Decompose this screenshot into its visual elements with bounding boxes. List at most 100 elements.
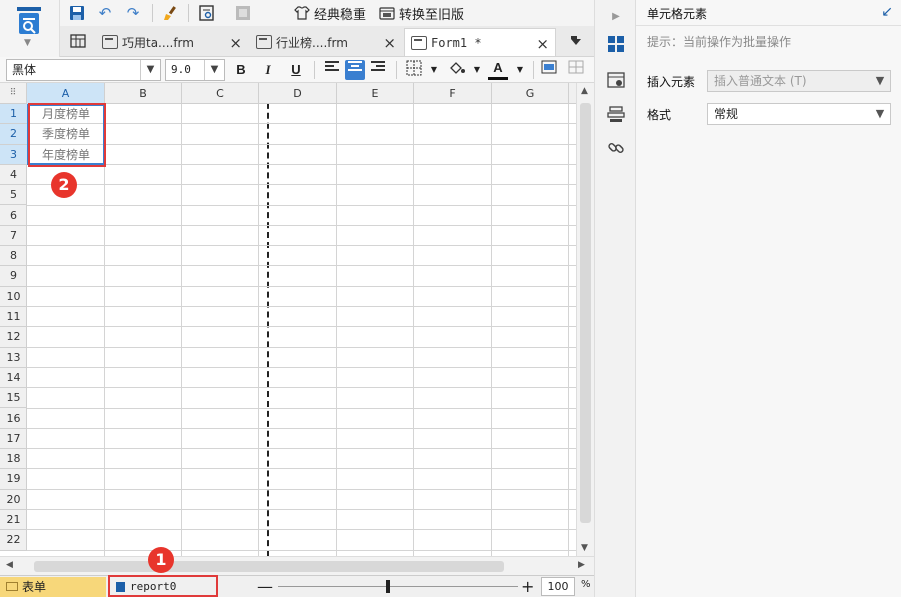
border-dropdown-icon[interactable]: ▼ <box>424 60 444 80</box>
chevron-down-icon[interactable]: ▼ <box>870 104 890 124</box>
cell-element-icon[interactable] <box>606 34 626 54</box>
font-color-button[interactable]: A <box>488 60 508 80</box>
chevron-left-icon[interactable]: ◀ <box>6 560 13 570</box>
row-header-14[interactable]: 14 <box>0 368 27 389</box>
row-header-6[interactable]: 6 <box>0 206 27 226</box>
horizontal-scrollbar[interactable]: ◀ ▶ <box>0 556 594 575</box>
row-header-11[interactable]: 11 <box>0 307 27 328</box>
column-header-e[interactable]: E <box>337 83 414 104</box>
column-header-c[interactable]: C <box>182 83 259 104</box>
tab-document-2[interactable]: 行业榜....frm × <box>250 28 402 56</box>
format-select[interactable]: 常规 ▼ <box>707 103 891 125</box>
link-icon[interactable] <box>606 138 626 158</box>
cell-area[interactable]: 月度榜单 季度榜单 年度榜单 <box>27 104 576 556</box>
zoom-slider-track[interactable] <box>278 586 518 587</box>
column-header-f[interactable]: F <box>414 83 492 104</box>
row-header-15[interactable]: 15 <box>0 388 27 409</box>
align-right-button[interactable] <box>368 60 388 80</box>
designer-logo-icon[interactable] <box>16 6 42 36</box>
widget-settings-icon[interactable] <box>606 104 626 124</box>
column-header-a[interactable]: A <box>27 83 105 104</box>
toolbar-divider <box>396 61 397 79</box>
chevron-down-icon[interactable]: ▼ <box>581 543 588 553</box>
cell-attribute-icon[interactable] <box>606 70 626 90</box>
chevron-down-icon[interactable]: ▼ <box>140 60 160 80</box>
column-header-b[interactable]: B <box>105 83 182 104</box>
row-header-12[interactable]: 12 <box>0 327 27 348</box>
convert-icon[interactable] <box>377 3 397 23</box>
font-color-dropdown-icon[interactable]: ▼ <box>510 60 530 80</box>
bold-button[interactable]: B <box>231 60 251 80</box>
sheet-icon <box>6 582 18 591</box>
convert-old-version-button[interactable]: 转换至旧版 <box>399 4 464 23</box>
undo-icon[interactable]: ↶ <box>95 3 115 23</box>
fill-color-button[interactable] <box>447 60 467 80</box>
format-brush-icon[interactable] <box>160 3 180 23</box>
row-header-7[interactable]: 7 <box>0 226 27 247</box>
align-center-button[interactable] <box>345 60 365 80</box>
tab-list-icon[interactable] <box>68 31 88 51</box>
preview-icon[interactable] <box>197 3 217 23</box>
row-header-2[interactable]: 2 <box>0 124 27 145</box>
zoom-in-button[interactable]: + <box>521 577 534 596</box>
fill-dropdown-icon[interactable]: ▼ <box>467 60 487 80</box>
sheet-tab-form[interactable]: 表单 <box>0 577 106 597</box>
row-header-22[interactable]: 22 <box>0 530 27 551</box>
row-header-9[interactable]: 9 <box>0 266 27 287</box>
row-header-17[interactable]: 17 <box>0 429 27 450</box>
chevron-down-icon[interactable]: ▼ <box>204 60 224 80</box>
close-icon[interactable]: × <box>383 34 396 52</box>
tab-dropdown-icon[interactable] <box>566 31 586 51</box>
column-header-d[interactable]: D <box>259 83 337 104</box>
row-header-18[interactable]: 18 <box>0 449 27 470</box>
theme-shirt-icon[interactable] <box>292 3 312 23</box>
insert-element-select: 插入普通文本 (T) ▼ <box>707 70 891 92</box>
merge-cells-button[interactable] <box>539 60 559 80</box>
row-header-4[interactable]: 4 <box>0 165 27 186</box>
row-header-21[interactable]: 21 <box>0 510 27 531</box>
tab-document-active[interactable]: Form1 * × <box>404 28 556 56</box>
zoom-slider-handle[interactable] <box>386 580 390 593</box>
select-all-corner[interactable]: ⠿ <box>0 83 27 104</box>
chevron-down-icon[interactable]: ▼ <box>24 38 31 48</box>
close-icon[interactable]: × <box>536 35 549 53</box>
chevron-right-icon[interactable]: ▶ <box>578 560 585 570</box>
align-left-button[interactable] <box>322 60 342 80</box>
row-header-20[interactable]: 20 <box>0 490 27 510</box>
form-icon <box>411 35 427 50</box>
row-headers: 1 2 3 4 5 6 7 8 9 10 11 12 13 14 15 16 17 18 19 20 21 22 <box>0 104 27 551</box>
save-icon[interactable] <box>67 3 87 23</box>
classic-stable-button[interactable]: 经典稳重 <box>314 4 366 23</box>
row-header-13[interactable]: 13 <box>0 348 27 368</box>
font-size-select[interactable]: 9.0 ▼ <box>165 59 225 81</box>
pin-arrow-icon[interactable]: ↙ <box>881 4 893 20</box>
row-header-5[interactable]: 5 <box>0 185 27 206</box>
underline-button[interactable]: U <box>286 60 306 80</box>
redo-icon[interactable]: ↷ <box>123 3 143 23</box>
row-header-10[interactable]: 10 <box>0 287 27 307</box>
row-header-19[interactable]: 19 <box>0 469 27 490</box>
tab-document-1[interactable]: 巧用ta....frm × <box>96 28 248 56</box>
row-header-1[interactable]: 1 <box>0 104 27 125</box>
batch-hint: 提示：当前操作为批量操作 <box>647 35 792 49</box>
format-label: 格式 <box>647 108 672 122</box>
close-icon[interactable]: × <box>229 34 242 52</box>
format-value: 常规 <box>714 107 739 121</box>
border-button[interactable] <box>404 60 424 80</box>
grid-row-line <box>27 306 576 307</box>
zoom-out-button[interactable]: — <box>257 577 273 596</box>
split-cells-button <box>566 60 586 80</box>
vertical-scroll-thumb[interactable] <box>580 103 591 523</box>
font-family-select[interactable]: 黑体 ▼ <box>6 59 161 81</box>
row-header-8[interactable]: 8 <box>0 246 27 267</box>
horizontal-scroll-thumb[interactable] <box>34 561 504 572</box>
italic-button[interactable]: I <box>258 60 278 80</box>
chevron-up-icon[interactable]: ▲ <box>581 86 588 96</box>
row-header-16[interactable]: 16 <box>0 409 27 429</box>
row-header-3[interactable]: 3 <box>0 144 27 165</box>
grid-row-line <box>27 123 576 125</box>
collapse-arrow-icon[interactable]: ▶ <box>606 6 626 26</box>
zoom-input[interactable]: 100 <box>541 577 575 596</box>
vertical-scrollbar[interactable]: ▲ ▼ <box>576 83 594 556</box>
column-header-g[interactable]: G <box>492 83 569 104</box>
